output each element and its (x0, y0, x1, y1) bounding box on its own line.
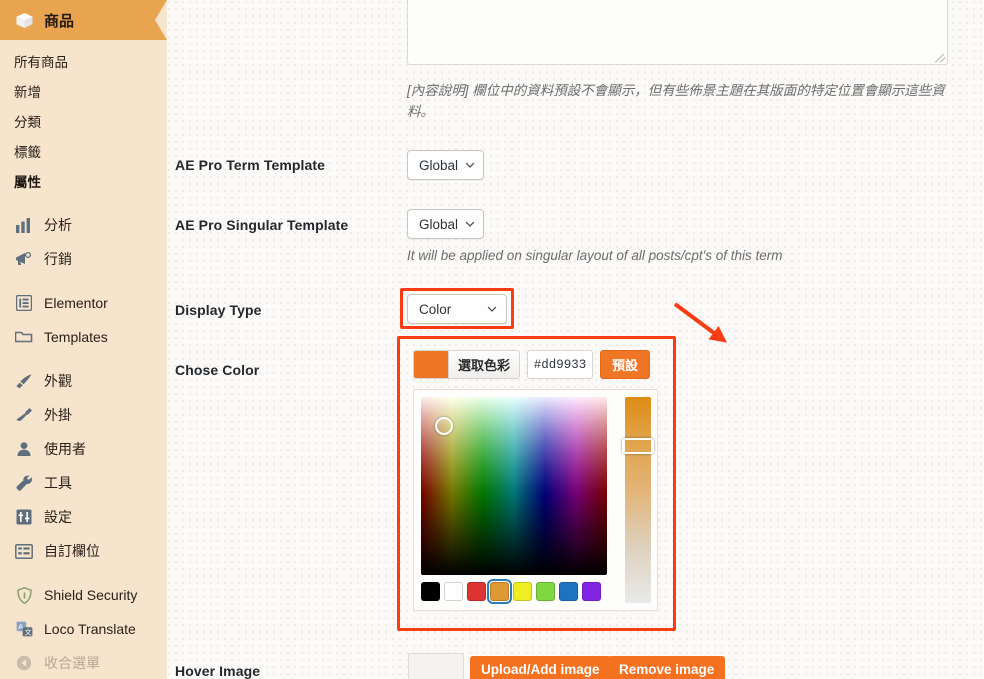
sidebar-item-products-label: 商品 (44, 12, 75, 30)
screen-root: 商品 所有商品 新增 分類 標籤 屬性 分析 行銷 Elementor Temp… (0, 0, 984, 679)
color-picker: 選取色彩 預設 (403, 342, 670, 625)
hover-image-label: Hover Image (175, 663, 261, 679)
palette-swatch-purple[interactable] (582, 582, 601, 601)
hex-color-input[interactable] (527, 350, 594, 379)
megaphone-icon (14, 250, 34, 268)
display-type-value: Color (419, 301, 452, 317)
description-textarea[interactable] (407, 0, 948, 65)
custom-fields-icon (14, 542, 34, 560)
sidebar-item-analytics-label: 分析 (44, 217, 72, 233)
submenu-item-add-new[interactable]: 新增 (0, 78, 167, 108)
palette-swatch-orange[interactable] (487, 579, 512, 604)
admin-sidebar: 商品 所有商品 新增 分類 標籤 屬性 分析 行銷 Elementor Temp… (0, 0, 167, 679)
submenu-item-tags[interactable]: 標籤 (0, 138, 167, 168)
main-content: [內容說明] 欄位中的資料預設不會顯示，但有些佈景主題在其版面的特定位置會顯示這… (167, 0, 984, 679)
sidebar-item-settings[interactable]: 設定 (0, 500, 167, 534)
remove-image-button[interactable]: Remove image (608, 656, 726, 679)
active-notch-arrow (155, 0, 167, 40)
chevron-down-icon (464, 159, 476, 171)
sidebar-item-shield-security[interactable]: Shield Security (0, 578, 167, 612)
sidebar-item-loco-translate-label: Loco Translate (44, 621, 136, 637)
color-picker-panel (413, 389, 658, 611)
collapse-arrow-icon (14, 654, 34, 672)
palette-swatch-red[interactable] (467, 582, 486, 601)
ae-pro-singular-template-label: AE Pro Singular Template (175, 217, 349, 233)
submenu-item-attributes[interactable]: 屬性 (0, 168, 167, 198)
sidebar-item-users[interactable]: 使用者 (0, 432, 167, 466)
chevron-down-icon-2 (464, 218, 476, 230)
svg-text:文: 文 (24, 627, 31, 636)
ae-pro-singular-template-select[interactable]: Global (407, 209, 484, 239)
ae-pro-singular-template-value: Global (419, 216, 459, 232)
sidebar-item-marketing[interactable]: 行銷 (0, 242, 167, 276)
user-icon (14, 440, 34, 458)
active-notch-fill (151, 0, 155, 40)
submenu-item-all-products[interactable]: 所有商品 (0, 48, 167, 78)
chevron-down-icon-3 (486, 303, 498, 315)
annotation-arrow (673, 302, 727, 343)
sliders-icon (14, 508, 34, 526)
sidebar-item-analytics[interactable]: 分析 (0, 208, 167, 242)
sidebar-item-shield-security-label: Shield Security (44, 587, 138, 603)
sidebar-item-appearance-label: 外觀 (44, 373, 72, 389)
palette-swatch-black[interactable] (421, 582, 440, 601)
shield-icon (14, 586, 34, 604)
palette-swatch-white[interactable] (444, 582, 463, 601)
display-type-label: Display Type (175, 302, 262, 318)
color-palette-row (421, 579, 601, 604)
folder-icon (14, 328, 34, 346)
bar-chart-icon (14, 216, 34, 234)
sidebar-item-templates[interactable]: Templates (0, 320, 167, 354)
palette-swatch-yellow[interactable] (513, 582, 532, 601)
select-color-button[interactable]: 選取色彩 (413, 350, 521, 379)
sidebar-item-loco-translate[interactable]: A 文 Loco Translate (0, 612, 167, 646)
sidebar-item-plugins-label: 外掛 (44, 407, 72, 423)
sidebar-divider-3 (0, 568, 167, 578)
paintbrush-icon (14, 372, 34, 390)
saturation-value-area[interactable] (421, 397, 607, 575)
palette-swatch-green[interactable] (536, 582, 555, 601)
description-help-text: [內容說明] 欄位中的資料預設不會顯示，但有些佈景主題在其版面的特定位置會顯示這… (407, 83, 945, 119)
box-icon (14, 11, 34, 29)
alpha-slider-handle[interactable] (622, 438, 654, 454)
sidebar-item-templates-label: Templates (44, 329, 108, 345)
color-picker-header: 選取色彩 預設 (413, 350, 651, 379)
upload-add-image-button[interactable]: Upload/Add image (470, 656, 611, 679)
default-color-button[interactable]: 預設 (600, 350, 651, 379)
chose-color-label: Chose Color (175, 362, 260, 378)
alpha-slider[interactable] (625, 397, 651, 603)
sidebar-item-products[interactable]: 商品 (0, 0, 167, 40)
submenu-item-categories[interactable]: 分類 (0, 108, 167, 138)
sidebar-item-collapse-menu[interactable]: 收合選單 (0, 646, 167, 679)
sidebar-item-custom-fields[interactable]: 自訂欄位 (0, 534, 167, 568)
plug-icon (14, 406, 34, 424)
wrench-icon (14, 474, 34, 492)
sidebar-item-plugins[interactable]: 外掛 (0, 398, 167, 432)
sidebar-item-settings-label: 設定 (44, 509, 72, 525)
sidebar-item-marketing-label: 行銷 (44, 251, 72, 267)
sidebar-item-appearance[interactable]: 外觀 (0, 364, 167, 398)
ae-pro-term-template-select[interactable]: Global (407, 150, 484, 180)
translate-icon: A 文 (14, 620, 34, 638)
sidebar-divider (0, 276, 167, 286)
sidebar-item-users-label: 使用者 (44, 441, 86, 457)
sidebar-item-elementor[interactable]: Elementor (0, 286, 167, 320)
saturation-handle[interactable] (435, 417, 453, 435)
sidebar-item-tools-label: 工具 (44, 475, 72, 491)
sidebar-divider-2 (0, 354, 167, 364)
sidebar-item-elementor-label: Elementor (44, 295, 108, 311)
elementor-icon (14, 294, 34, 312)
palette-swatch-blue[interactable] (559, 582, 578, 601)
sidebar-item-tools[interactable]: 工具 (0, 466, 167, 500)
sidebar-item-collapse-menu-label: 收合選單 (44, 655, 100, 671)
ae-pro-term-template-label: AE Pro Term Template (175, 157, 326, 173)
sidebar-item-custom-fields-label: 自訂欄位 (44, 543, 100, 559)
hover-image-preview[interactable] (408, 653, 464, 679)
select-color-button-label: 選取色彩 (448, 351, 520, 378)
ae-pro-singular-template-help: It will be applied on singular layout of… (407, 248, 783, 263)
current-color-swatch (414, 351, 448, 378)
products-submenu: 所有商品 新增 分類 標籤 屬性 (0, 40, 167, 208)
ae-pro-term-template-value: Global (419, 157, 459, 173)
display-type-select[interactable]: Color (407, 294, 507, 324)
